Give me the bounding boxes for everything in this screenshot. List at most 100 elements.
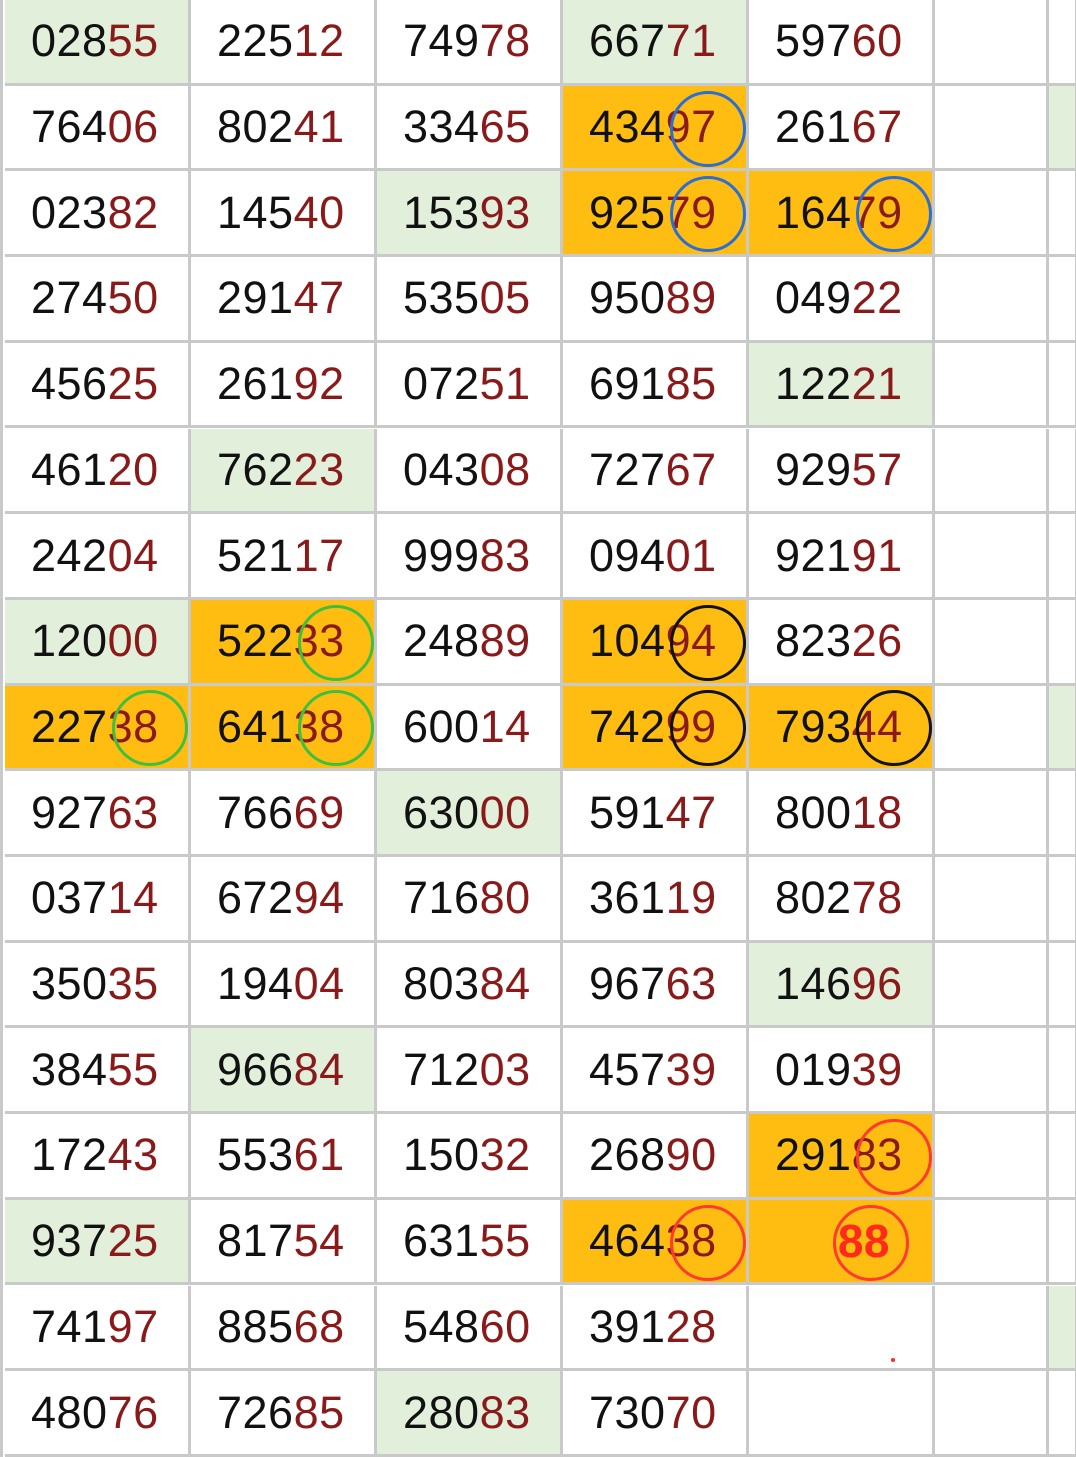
number-head: 727 xyxy=(589,443,666,495)
number-head: 019 xyxy=(775,1043,852,1095)
number-head: 726 xyxy=(217,1386,294,1438)
number-head: 461 xyxy=(31,443,108,495)
number-tail: 28 xyxy=(665,1300,717,1352)
number-tail: 39 xyxy=(665,1043,717,1095)
grid-cell xyxy=(935,942,1049,1029)
grid-cell xyxy=(935,257,1049,343)
number-tail: 35 xyxy=(107,958,159,1010)
number-tail: 50 xyxy=(107,272,159,324)
number-tail: 78 xyxy=(851,872,903,924)
grid-cell xyxy=(935,85,1049,172)
grid-cell: 522 33 xyxy=(191,599,377,686)
grid-cell: 122 21 xyxy=(749,342,935,429)
grid-cell xyxy=(935,514,1049,600)
grid-cell: 817 54 xyxy=(191,1199,377,1286)
number-tail: 93 xyxy=(479,186,531,238)
number-tail: 67 xyxy=(851,101,903,153)
grid-cell: 712 03 xyxy=(377,1028,563,1115)
grid-cell xyxy=(1049,0,1076,86)
grid-cell: 457 39 xyxy=(563,1028,749,1115)
number-head: 522 xyxy=(217,615,294,667)
number-tail: 33 xyxy=(293,615,345,667)
grid-cell: 730 70 xyxy=(563,1371,749,1457)
number-tail: 54 xyxy=(293,1215,345,1267)
number-tail: 67 xyxy=(665,443,717,495)
number-head: 334 xyxy=(403,101,480,153)
grid-cell: 037 14 xyxy=(5,857,191,943)
number-head: 248 xyxy=(403,615,480,667)
number-tail: 32 xyxy=(479,1129,531,1181)
grid-cell: 793 44 xyxy=(749,685,935,772)
grid-cell: 291 47 xyxy=(191,257,377,343)
grid-cell: 766 69 xyxy=(191,771,377,857)
grid-cell: 521 17 xyxy=(191,514,377,600)
number-head: 535 xyxy=(403,272,480,324)
grid-cell: 716 80 xyxy=(377,857,563,943)
number-tail: 85 xyxy=(293,1386,345,1438)
number-head: 120 xyxy=(31,615,108,667)
number-tail: 12 xyxy=(293,15,345,67)
number-tail: 70 xyxy=(665,1386,717,1438)
number-tail: 20 xyxy=(107,443,159,495)
number-head: 434 xyxy=(589,101,666,153)
grid-cell: 927 63 xyxy=(5,771,191,857)
number-head: 885 xyxy=(217,1300,294,1352)
grid-cell: 742 99 xyxy=(563,685,749,772)
number-tail: 76 xyxy=(107,1386,159,1438)
grid-cell: 461 20 xyxy=(5,428,191,515)
grid-cell xyxy=(1049,257,1076,343)
number-head: 766 xyxy=(217,786,294,838)
grid-cell xyxy=(935,0,1049,86)
grid-cell: 967 63 xyxy=(563,942,749,1029)
number-tail: 82 xyxy=(107,186,159,238)
number-head: 464 xyxy=(589,1215,666,1267)
grid-cell xyxy=(1049,428,1076,515)
number-tail: 39 xyxy=(851,1043,903,1095)
grid-cell: 630 00 xyxy=(377,771,563,857)
grid-cell xyxy=(935,1371,1049,1457)
grid-cell: 227 38 xyxy=(5,685,191,772)
number-tail: 04 xyxy=(107,529,159,581)
number-tail: 85 xyxy=(665,358,717,410)
number-tail: 96 xyxy=(851,958,903,1010)
number-tail: 17 xyxy=(293,529,345,581)
number-tail: 69 xyxy=(293,786,345,838)
grid-cell: 802 78 xyxy=(749,857,935,943)
number-head: 280 xyxy=(403,1386,480,1438)
grid-cell xyxy=(935,1114,1049,1200)
grid-cell xyxy=(1049,771,1076,857)
number-head: 268 xyxy=(589,1129,666,1181)
grid-cell: 261 92 xyxy=(191,342,377,429)
number-head: 927 xyxy=(31,786,108,838)
number-tail: 84 xyxy=(293,1043,345,1095)
number-head: 164 xyxy=(775,186,852,238)
number-tail: 55 xyxy=(479,1215,531,1267)
number-head: 242 xyxy=(31,529,108,581)
grid-cell: 802 41 xyxy=(191,85,377,172)
number-head: 227 xyxy=(31,700,108,752)
number-tail: 84 xyxy=(479,958,531,1010)
number-tail: 14 xyxy=(479,700,531,752)
number-head: 631 xyxy=(403,1215,480,1267)
number-tail: 47 xyxy=(293,272,345,324)
number-tail: 01 xyxy=(665,529,717,581)
number-head: 667 xyxy=(589,15,666,67)
grid-cell: 691 85 xyxy=(563,342,749,429)
number-head: 457 xyxy=(589,1043,666,1095)
grid-cell: 925 79 xyxy=(563,171,749,258)
number-head: 967 xyxy=(589,958,666,1010)
number-head: 817 xyxy=(217,1215,294,1267)
number-head: 966 xyxy=(217,1043,294,1095)
grid-cell: 023 82 xyxy=(5,171,191,258)
number-tail: 83 xyxy=(479,529,531,581)
number-head: 793 xyxy=(775,700,852,752)
grid-cell: 553 61 xyxy=(191,1114,377,1200)
number-head: 921 xyxy=(775,529,852,581)
number-head: 950 xyxy=(589,272,666,324)
number-tail: 71 xyxy=(665,15,717,67)
number-head: 480 xyxy=(31,1386,108,1438)
number-tail: 05 xyxy=(479,272,531,324)
grid-cell: 921 91 xyxy=(749,514,935,600)
grid-cell xyxy=(1049,514,1076,600)
grid-cell: 172 43 xyxy=(5,1114,191,1200)
